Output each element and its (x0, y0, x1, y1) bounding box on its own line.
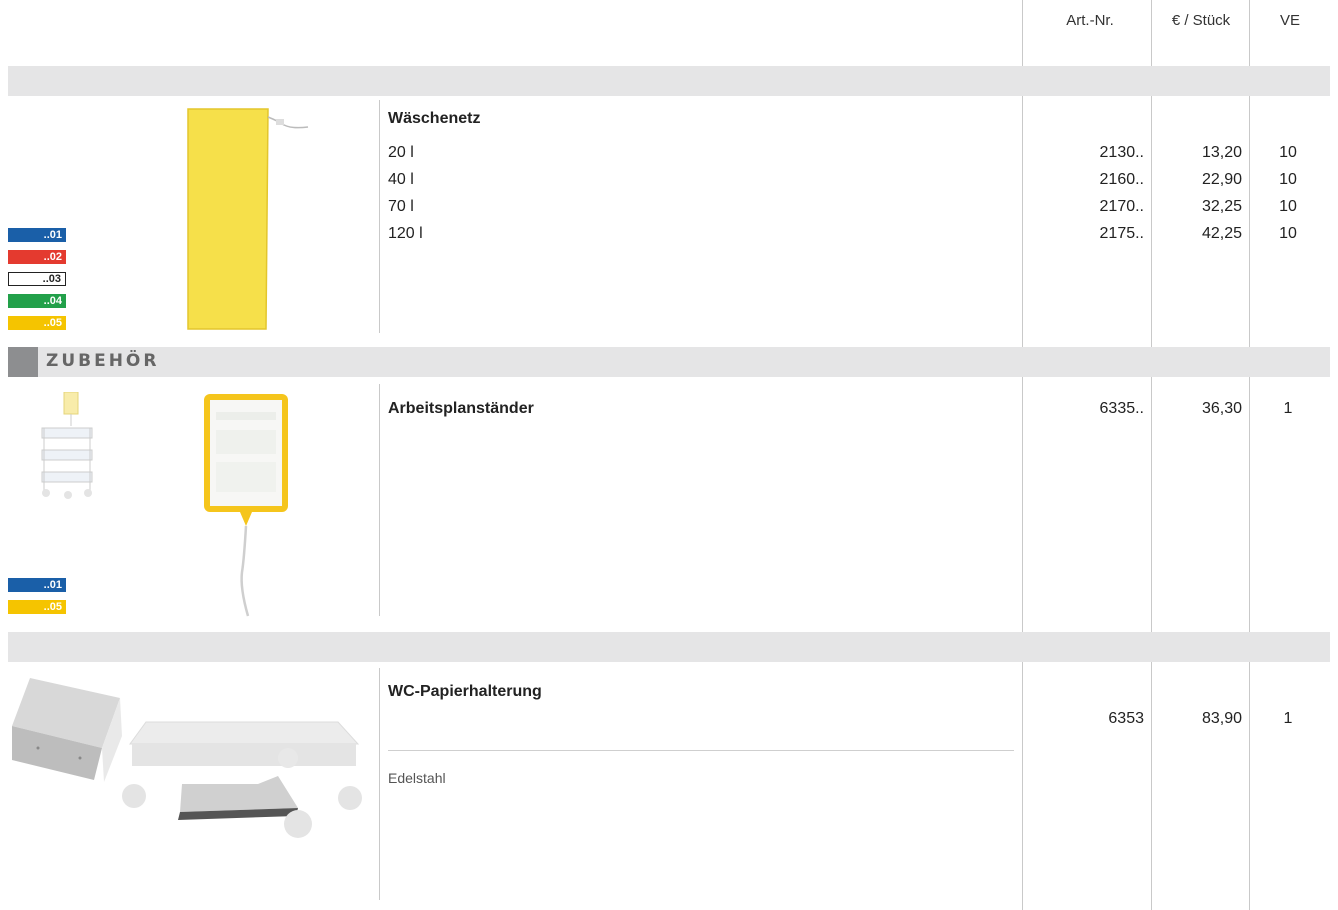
variant-name: 120 l (388, 225, 423, 242)
section-marker (8, 347, 38, 377)
material-text: Edelstahl (388, 770, 446, 786)
color-swatch-yellow: ..05 (8, 600, 66, 614)
cart-thumbnail-image (41, 392, 93, 499)
column-divider (1151, 0, 1152, 910)
packing-unit: 10 (1279, 198, 1297, 215)
variant-name: 70 l (388, 198, 414, 215)
product-title: WC-Papierhalterung (388, 683, 542, 700)
article-number: 2130.. (1099, 144, 1144, 161)
unit-price: 32,25 (1201, 198, 1242, 215)
section-band (8, 66, 1330, 96)
desc-divider (379, 668, 380, 900)
unit-price: 42,25 (1201, 225, 1242, 242)
color-swatch-white: ..03 (8, 272, 66, 286)
section-label: ZUBEHÖR (46, 351, 160, 371)
column-divider (1022, 0, 1023, 910)
packing-unit: 1 (1283, 710, 1293, 727)
section-band (8, 632, 1330, 662)
plan-holder-image (204, 394, 288, 617)
color-swatch-red: ..02 (8, 250, 66, 264)
desc-divider (379, 384, 380, 616)
article-number: 6353 (1108, 710, 1144, 727)
color-swatch-green: ..04 (8, 294, 66, 308)
unit-price: 22,90 (1201, 171, 1242, 188)
variant-name: 20 l (388, 144, 414, 161)
packing-unit: 10 (1279, 144, 1297, 161)
header-art-nr: Art.-Nr. (1066, 12, 1114, 29)
color-swatch-blue: ..01 (8, 228, 66, 242)
header-ve: VE (1279, 12, 1300, 29)
column-divider (1249, 0, 1250, 910)
article-number: 2160.. (1099, 171, 1144, 188)
material-divider (388, 750, 1014, 751)
packing-unit: 10 (1279, 225, 1297, 242)
variant-name: 40 l (388, 171, 414, 188)
article-number: 2175.. (1099, 225, 1144, 242)
unit-price: 13,20 (1201, 144, 1242, 161)
packing-unit: 10 (1279, 171, 1297, 188)
paper-holder-image (12, 678, 122, 782)
trolley-with-holder-image (122, 721, 362, 838)
section-band-zubehoer (8, 347, 1330, 377)
product-title: Arbeitsplanständer (388, 400, 534, 417)
packing-unit: 1 (1283, 400, 1293, 417)
article-number: 6335.. (1099, 400, 1144, 417)
header-price: € / Stück (1171, 12, 1231, 29)
laundry-net-image (187, 108, 309, 330)
product-title: Wäschenetz (388, 110, 481, 127)
color-swatch-yellow: ..05 (8, 316, 66, 330)
unit-price: 83,90 (1201, 710, 1242, 727)
unit-price: 36,30 (1201, 400, 1242, 417)
desc-divider (379, 100, 380, 333)
article-number: 2170.. (1099, 198, 1144, 215)
color-swatch-blue: ..01 (8, 578, 66, 592)
